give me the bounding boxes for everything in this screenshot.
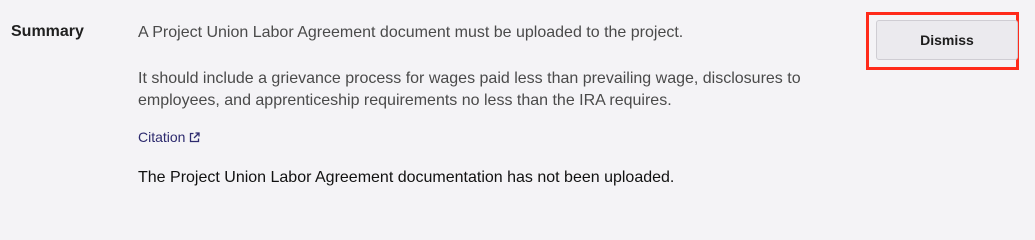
summary-label: Summary bbox=[11, 23, 84, 40]
summary-content: A Project Union Labor Agreement document… bbox=[138, 22, 838, 189]
requirement-details: It should include a grievance process fo… bbox=[138, 70, 801, 109]
citation-label: Citation bbox=[138, 129, 186, 145]
dismiss-button[interactable]: Dismiss bbox=[876, 20, 1018, 60]
requirement-text: A Project Union Labor Agreement document… bbox=[138, 24, 684, 41]
citation-link[interactable]: Citation bbox=[138, 128, 201, 146]
status-message: The Project Union Labor Agreement docume… bbox=[138, 169, 675, 186]
external-link-icon bbox=[189, 131, 201, 143]
